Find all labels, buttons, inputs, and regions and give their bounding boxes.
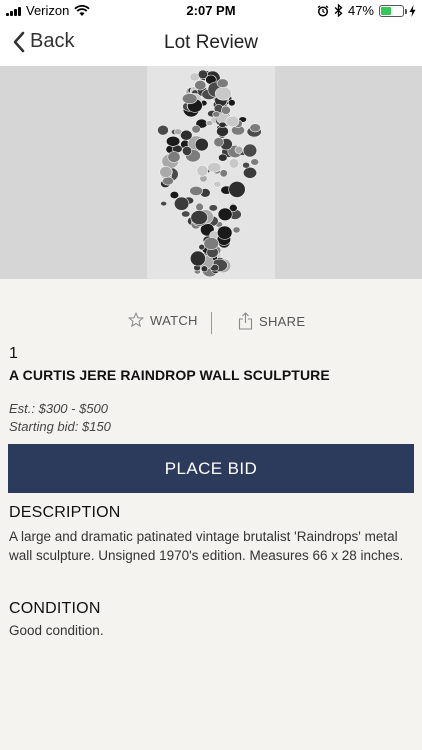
condition-text: Good condition.	[9, 623, 104, 638]
sculpture-disc	[228, 158, 240, 169]
sculpture-disc	[200, 265, 209, 273]
sculpture-disc	[242, 143, 258, 158]
lot-actions: WATCH SHARE	[0, 310, 422, 336]
sculpture-disc	[173, 128, 183, 136]
sculpture-disc	[203, 237, 220, 250]
status-right: 47%	[317, 3, 416, 18]
navigation-bar: Back Lot Review	[0, 22, 422, 66]
sculpture-disc	[169, 191, 180, 200]
sculpture-disc	[181, 93, 198, 105]
share-button[interactable]: SHARE	[238, 312, 305, 330]
sculpture-disc	[189, 185, 203, 196]
lot-image-area[interactable]	[0, 66, 422, 279]
sculpture-disc	[219, 169, 228, 178]
sculpture-disc	[216, 126, 229, 137]
sculpture-disc	[181, 210, 191, 218]
sculpture-disc	[194, 137, 209, 152]
battery-icon	[379, 4, 407, 17]
sculpture-disc	[180, 129, 193, 141]
sculpture-disc	[228, 181, 246, 198]
sculpture-disc	[159, 166, 173, 178]
actions-divider	[211, 312, 212, 334]
page-title: Lot Review	[164, 32, 258, 53]
condition-heading: CONDITION	[9, 600, 101, 617]
alarm-icon	[317, 4, 329, 17]
sculpture-image	[147, 66, 275, 279]
sculpture-disc	[214, 86, 232, 101]
sculpture-disc	[234, 145, 244, 154]
sculpture-disc	[218, 153, 228, 162]
lot-estimate: Est.: $300 - $500	[9, 401, 109, 416]
watch-button[interactable]: WATCH	[128, 312, 198, 328]
sculpture-disc	[195, 202, 204, 212]
sculpture-disc	[243, 166, 258, 179]
sculpture-disc	[208, 204, 218, 212]
battery-percent: 47%	[347, 3, 374, 18]
sculpture-disc	[249, 123, 261, 133]
sculpture-disc	[217, 207, 233, 222]
sculpture-disc	[221, 105, 231, 115]
sculpture-disc	[218, 121, 227, 128]
sculpture-disc	[213, 180, 222, 188]
sculpture-disc	[162, 176, 174, 186]
sculpture-disc	[213, 137, 224, 148]
sculpture-disc	[190, 210, 208, 225]
sculpture-disc	[194, 80, 207, 91]
lot-number: 1	[9, 345, 18, 362]
sculpture-disc	[232, 226, 241, 234]
sculpture-disc	[191, 124, 201, 134]
watch-label: WATCH	[150, 312, 198, 328]
sculpture-disc	[228, 99, 236, 107]
sculpture-disc	[181, 146, 192, 156]
charging-icon	[409, 4, 416, 17]
share-label: SHARE	[259, 313, 306, 329]
sculpture-disc	[160, 201, 168, 207]
sculpture-disc	[165, 135, 181, 147]
star-icon	[128, 312, 144, 328]
status-bar: Verizon 2:07 PM 47%	[0, 0, 422, 22]
lot-image[interactable]	[147, 66, 275, 279]
sculpture-disc	[167, 151, 181, 163]
sculpture-disc	[157, 124, 169, 136]
sculpture-disc	[242, 161, 250, 169]
sculpture-disc	[196, 165, 209, 177]
share-icon	[238, 312, 253, 330]
sculpture-disc	[250, 158, 259, 166]
description-text: A large and dramatic patinated vintage b…	[9, 529, 404, 563]
sculpture-disc	[216, 78, 229, 88]
sculpture-disc	[207, 162, 222, 173]
sculpture-disc	[173, 196, 190, 211]
sculpture-disc	[205, 120, 214, 126]
sculpture-disc	[197, 69, 208, 80]
sculpture-disc	[216, 225, 233, 240]
sculpture-disc	[190, 250, 206, 267]
description-heading: DESCRIPTION	[9, 504, 121, 521]
bluetooth-icon	[334, 4, 343, 17]
place-bid-button[interactable]: PLACE BID	[8, 444, 414, 493]
sculpture-disc	[225, 115, 240, 128]
lot-title: A CURTIS JERE RAINDROP WALL SCULPTURE	[9, 367, 330, 383]
starting-bid: Starting bid: $150	[9, 419, 111, 434]
sculpture-disc	[212, 111, 221, 118]
